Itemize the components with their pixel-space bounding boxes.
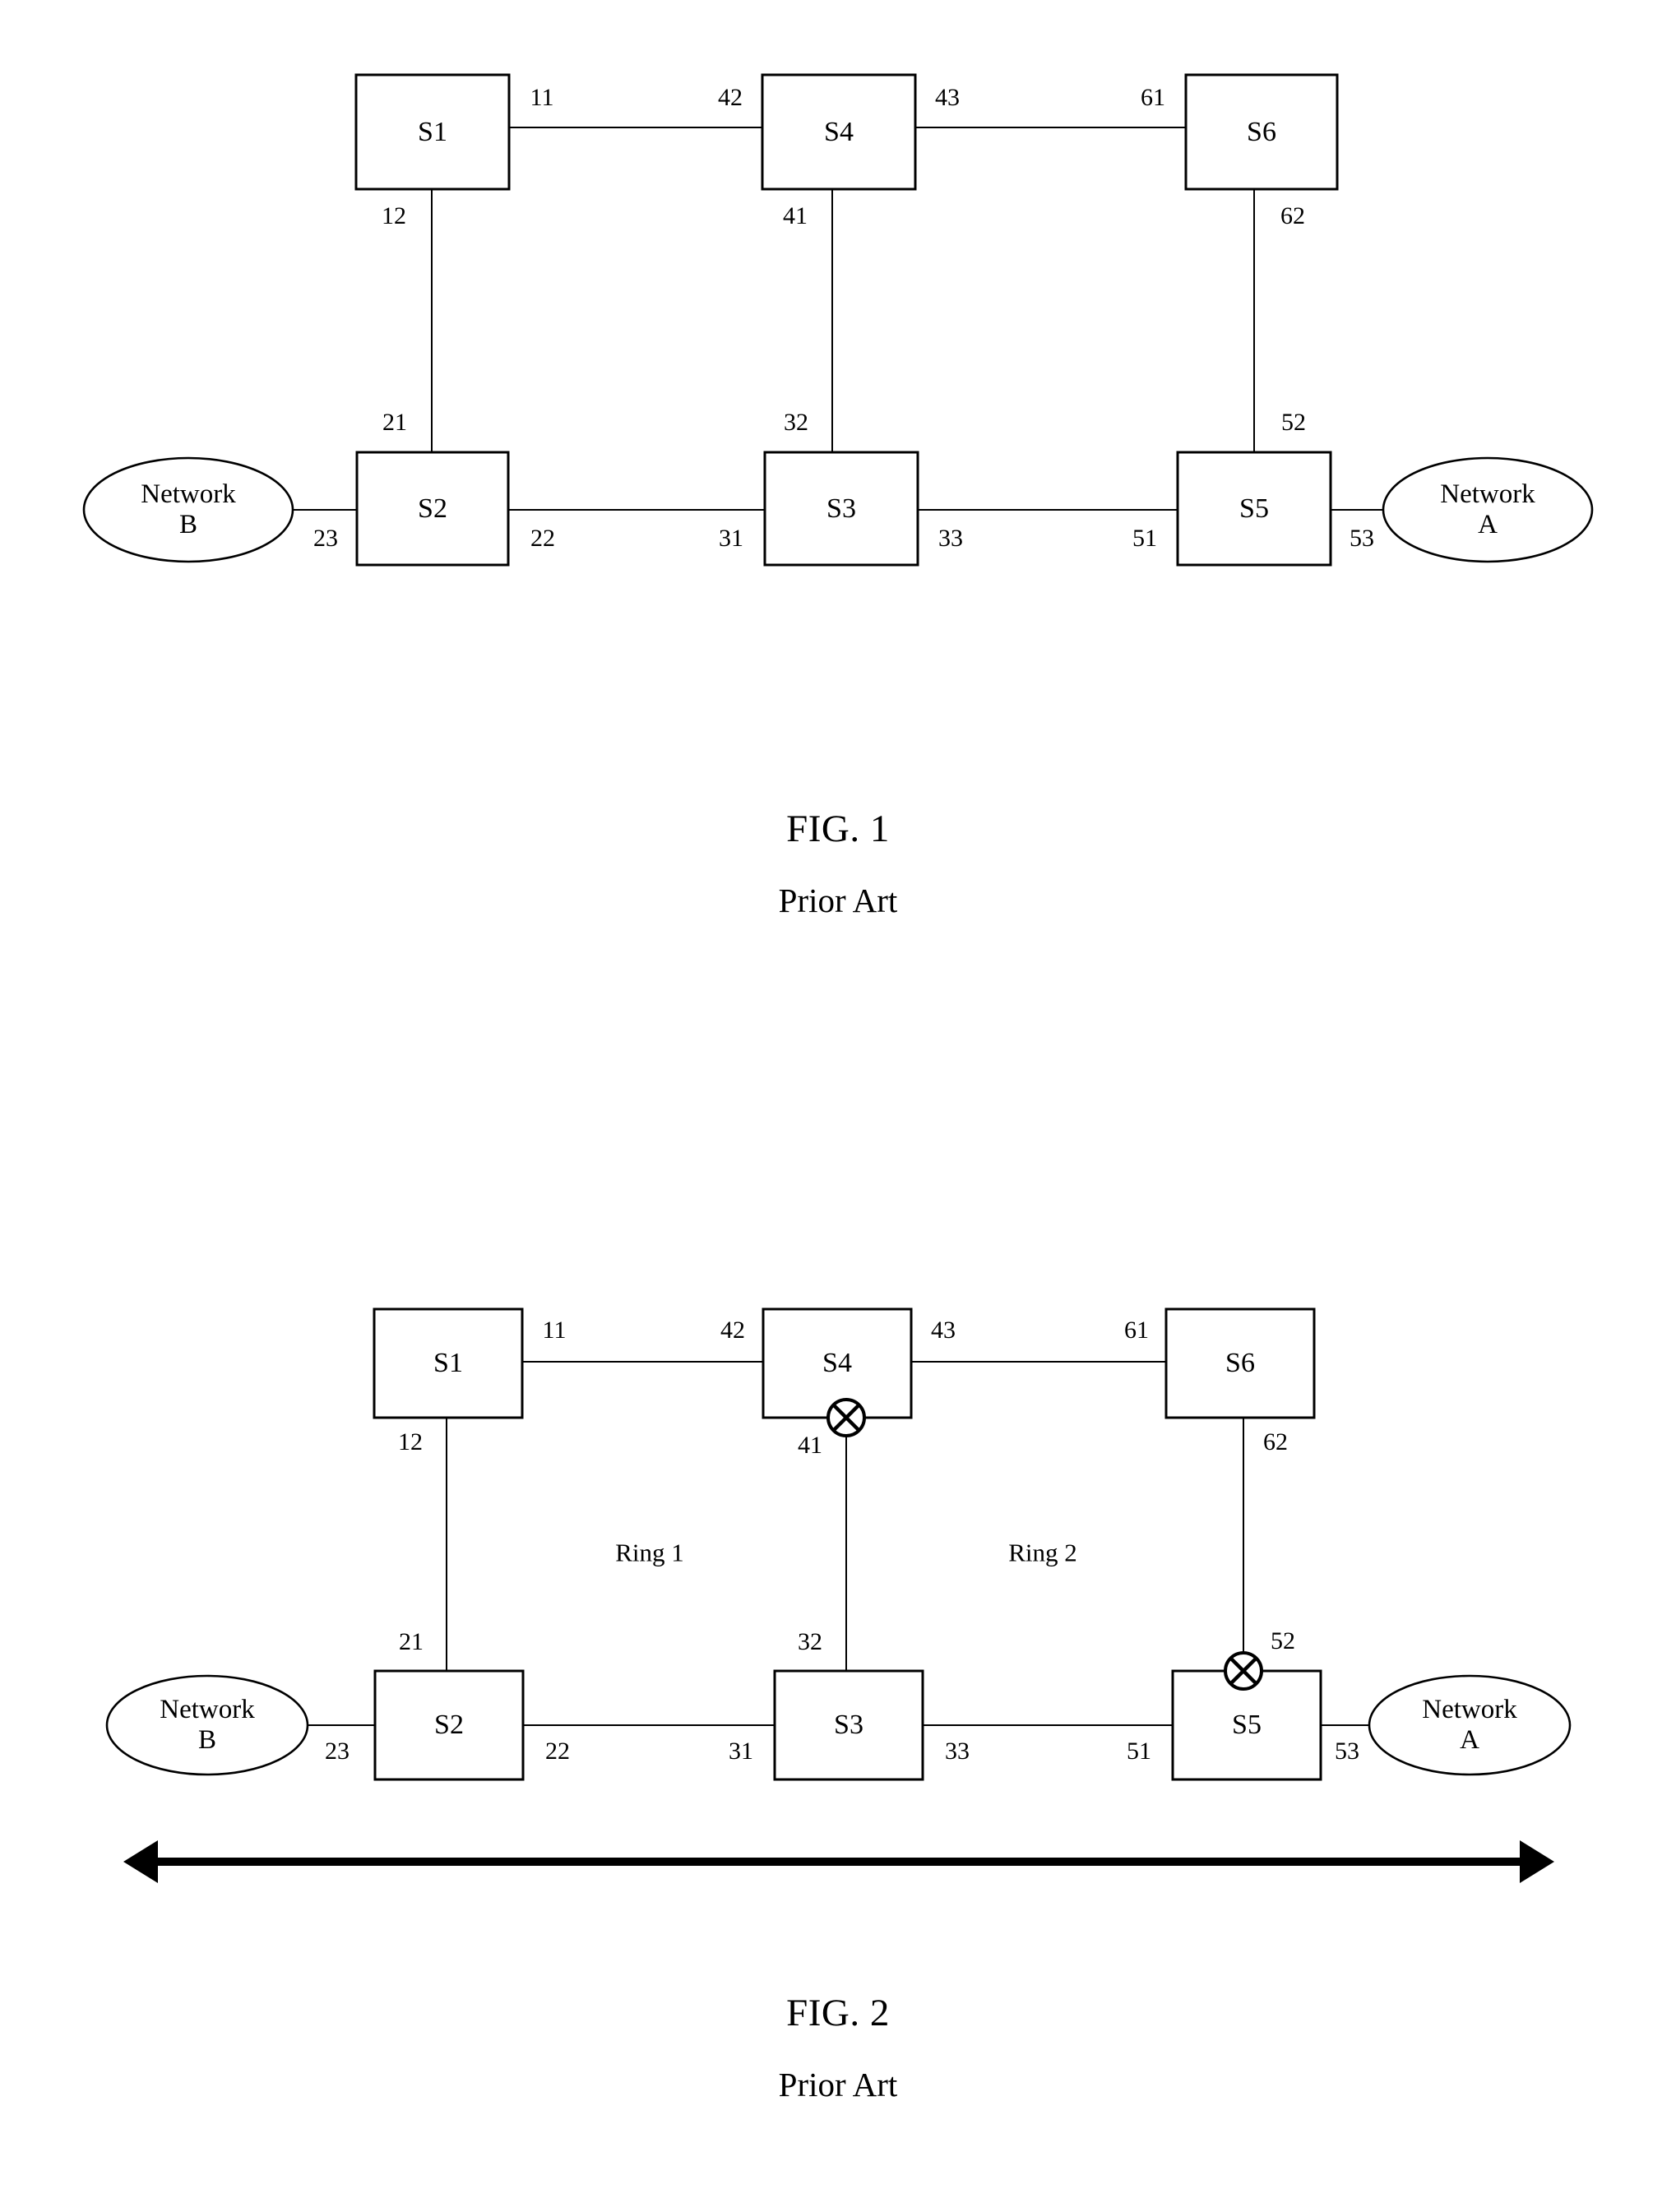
node-label-s5: S5 <box>1232 1710 1262 1740</box>
cloud-label-line2: A <box>1478 510 1498 539</box>
port-label-p53: 53 <box>1335 1738 1359 1765</box>
port-label-p21: 21 <box>382 409 407 436</box>
figure-1: S1 S4 S6 S2 S3 S5 Network B Network A 11 42 43 61 12 41… <box>0 0 1676 970</box>
port-label-p33: 33 <box>945 1738 970 1765</box>
network-span-arrow <box>123 1839 1554 1884</box>
figure-2-caption: FIG. 2 <box>786 1992 890 2034</box>
port-label-p22: 22 <box>530 525 555 552</box>
arrow-shaft <box>158 1858 1520 1866</box>
port-label-p41: 41 <box>798 1432 822 1459</box>
port-label-p42: 42 <box>720 1317 745 1344</box>
port-label-p12: 12 <box>398 1428 423 1455</box>
cloud-label-line2: B <box>178 510 197 539</box>
node-label-s1: S1 <box>433 1348 463 1378</box>
cloud-label-line2: A <box>1460 1725 1479 1755</box>
port-label-p53: 53 <box>1350 525 1374 552</box>
port-label-p41: 41 <box>783 202 808 229</box>
port-label-p23: 23 <box>313 525 338 552</box>
cloud-label-line2: B <box>197 1725 216 1755</box>
figure-1-canvas: S1 S4 S6 S2 S3 S5 Network B Network A 11 42 43 61 12 41… <box>0 0 1676 658</box>
node-label-s6: S6 <box>1247 116 1276 147</box>
node-label-s2: S2 <box>434 1710 464 1740</box>
port-label-p32: 32 <box>798 1628 822 1655</box>
port-label-p62: 62 <box>1263 1428 1288 1455</box>
port-label-p51: 51 <box>1132 525 1157 552</box>
figure-2-canvas: S1 S4 S6 S2 S3 S5 Network B Network A 11 42 43 61 12 41… <box>0 1217 1676 1908</box>
node-label-s6: S6 <box>1225 1348 1255 1378</box>
cloud-label-network-b: Network B <box>160 1695 254 1756</box>
cloud-label-network-b: Network B <box>141 479 235 540</box>
port-label-p42: 42 <box>718 84 743 111</box>
port-label-p33: 33 <box>938 525 963 552</box>
arrow-head-right <box>1520 1839 1554 1884</box>
node-label-s5: S5 <box>1239 493 1269 524</box>
port-label-p12: 12 <box>382 202 406 229</box>
port-label-p21: 21 <box>399 1628 424 1655</box>
ring-label-ring2: Ring 2 <box>1008 1538 1077 1567</box>
figure-1-drawing <box>82 73 1594 567</box>
break-marker-break-41 <box>826 1398 866 1437</box>
port-label-p11: 11 <box>542 1317 567 1344</box>
cloud-label-line1: Network <box>160 1695 255 1725</box>
node-label-s4: S4 <box>822 1348 852 1378</box>
figure-2-subcaption: Prior Art <box>778 2066 898 2103</box>
port-label-p61: 61 <box>1141 84 1165 111</box>
port-label-p23: 23 <box>325 1738 350 1765</box>
figure-1-subcaption: Prior Art <box>778 882 898 919</box>
node-label-s1: S1 <box>418 116 447 147</box>
cloud-label-network-a: Network A <box>1440 479 1535 540</box>
node-label-s2: S2 <box>418 493 447 524</box>
port-label-p32: 32 <box>784 409 808 436</box>
node-label-s4: S4 <box>824 116 854 147</box>
port-label-p51: 51 <box>1127 1738 1151 1765</box>
port-label-p43: 43 <box>931 1317 956 1344</box>
break-marker-break-52 <box>1224 1651 1263 1691</box>
cloud-label-line1: Network <box>1440 479 1535 510</box>
port-label-p52: 52 <box>1281 409 1306 436</box>
cloud-label-line1: Network <box>141 479 236 510</box>
figure-2-drawing <box>105 1307 1572 1884</box>
port-label-p31: 31 <box>719 525 743 552</box>
port-label-p43: 43 <box>935 84 960 111</box>
figure-2: S1 S4 S6 S2 S3 S5 Network B Network A 11 42 43 61 12 41… <box>0 1217 1676 2212</box>
port-label-p22: 22 <box>545 1738 570 1765</box>
cloud-label-network-a: Network A <box>1422 1695 1516 1756</box>
port-label-p31: 31 <box>729 1738 753 1765</box>
node-label-s3: S3 <box>834 1710 863 1740</box>
port-label-p11: 11 <box>530 84 554 111</box>
node-label-s3: S3 <box>826 493 856 524</box>
port-label-p61: 61 <box>1124 1317 1149 1344</box>
port-label-p62: 62 <box>1280 202 1305 229</box>
ring-label-ring1: Ring 1 <box>615 1538 684 1567</box>
port-label-p52: 52 <box>1271 1627 1295 1654</box>
cloud-label-line1: Network <box>1422 1695 1517 1725</box>
figure-1-caption: FIG. 1 <box>786 808 890 850</box>
arrow-head-left <box>123 1839 158 1884</box>
